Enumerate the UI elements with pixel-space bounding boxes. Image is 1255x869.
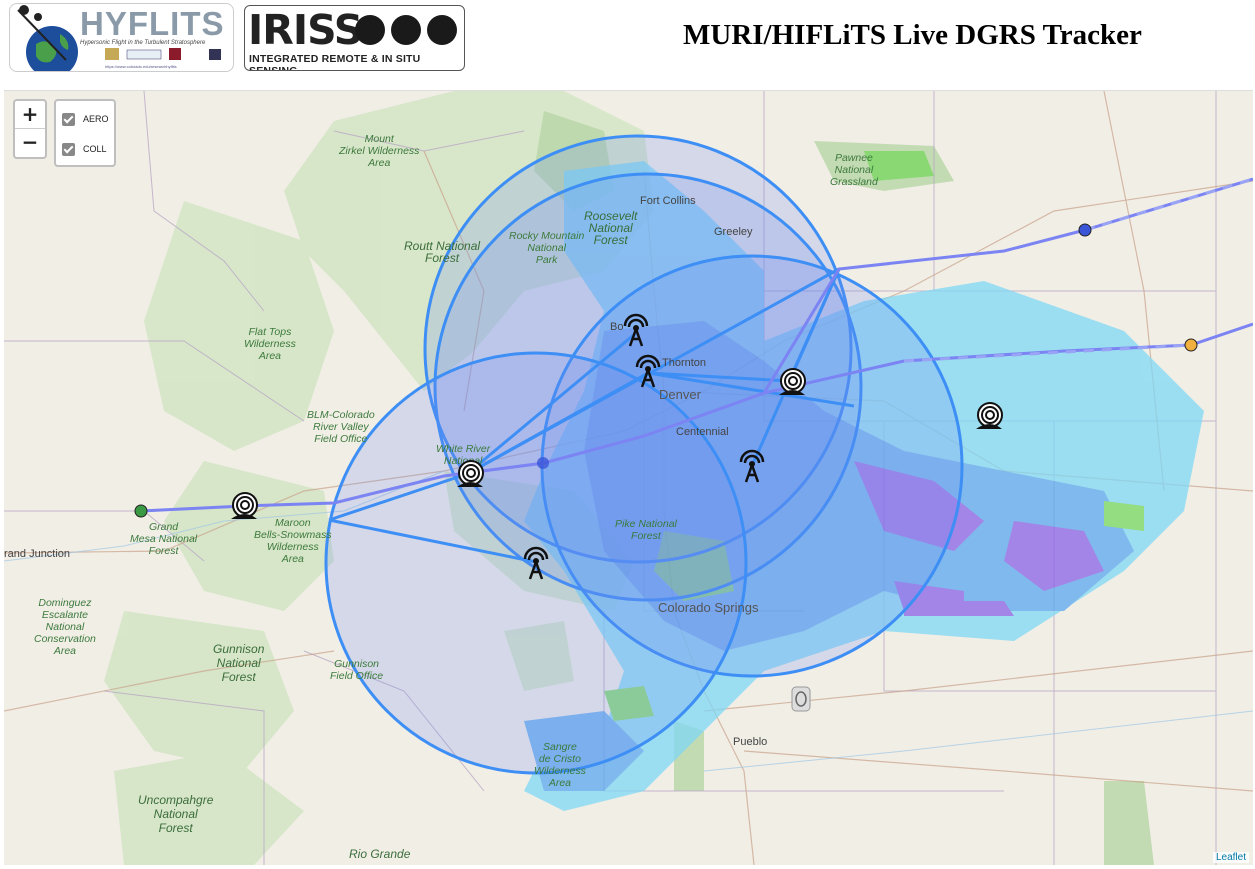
hyflits-tagline: Hypersonic Flight in the Turbulent Strat… [80,40,206,46]
map-label-gunnison-forest: Gunnison National Forest [213,642,265,684]
radar-tower-icon[interactable] [519,546,553,580]
iriss-logo[interactable]: IRISS INTEGRATED REMOTE & IN SITU SENSIN… [244,5,465,71]
satellite-dish-icon[interactable] [227,491,261,523]
map-label-pawnee-grassland: Pawnee National Grassland [830,152,878,188]
map-label-uncompahgre: Uncompahgre National Forest [138,793,214,835]
layer-control: AERO COLL [54,99,116,167]
globe-logo-icon [17,5,78,71]
city-pueblo: Pueblo [733,736,768,748]
location-pin-icon[interactable] [790,685,812,713]
zoom-out-button[interactable]: − [15,129,45,156]
checkbox-checked-icon[interactable] [62,142,75,156]
drone-logo-icon [391,15,421,45]
map-label-rio-grande: Rio Grande [349,847,411,861]
city-colorado-springs: Colorado Springs [658,600,759,615]
map-label-rocky-mountain-np: Rocky Mountain National Park [509,230,585,266]
map-base-layer [4,91,1253,865]
map-label-gunnison-field-office: Gunnison Field Office [330,658,384,682]
city-thornton: Thornton [662,357,707,369]
layer-toggle-coll[interactable]: COLL [62,140,107,158]
map-label-mount-zirkel: Mount Zirkel Wilderness Area [339,133,420,169]
radar-tower-icon[interactable] [735,449,769,483]
radar-tower-icon[interactable] [619,313,653,347]
iriss-subtitle: INTEGRATED REMOTE & IN SITU SENSING [249,53,421,71]
city-greeley: Greeley [714,226,753,238]
map-label-roosevelt-forest: Roosevelt National Forest [584,209,638,247]
satellite-dish-icon[interactable] [972,401,1006,433]
partner-logos-icon [105,48,221,60]
radar-dish-logo-icon [355,15,385,45]
layer-label: AERO [83,114,109,124]
page-title: MURI/HIFLiTS Live DGRS Tracker [683,19,1142,51]
hyflits-wordmark: HYFLITS [80,5,225,42]
map-label-blm-colorado: BLM-Colorado River Valley Field Office [307,409,375,445]
map-label-dominguez: Dominguez Escalante National Conservation Ar… [34,597,96,657]
layer-label: COLL [83,144,107,154]
city-fort-collins: Fort Collins [640,195,696,207]
map-label-routt-forest: Routt National Forest [404,239,481,265]
city-centennial: Centennial [676,426,729,438]
page-header: HYFLITS Hypersonic Flight in the Turbule… [0,0,1255,88]
satellite-logo-icon [427,15,457,45]
hyflits-url: https://www.colorado.edu/researchhyflits [105,64,177,69]
map-label-grand-mesa: Grand Mesa National Forest [130,521,198,557]
map-label-maroon-bells: Maroon Bells-Snowmass Wilderness Area [254,517,332,565]
city-denver: Denver [659,387,701,402]
zoom-in-button[interactable]: + [15,101,45,129]
radar-tower-icon[interactable] [631,354,665,388]
satellite-dish-icon[interactable] [453,459,487,491]
city-grand-junction: rand Junction [4,548,71,560]
layer-toggle-aero[interactable]: AERO [62,110,109,128]
zoom-control: + − [13,99,47,159]
leaflet-attribution-link[interactable]: Leaflet [1212,852,1249,863]
hyflits-logo[interactable]: HYFLITS Hypersonic Flight in the Turbule… [9,3,234,72]
map-label-sangre-de-cristo: Sangre de Cristo Wilderness Area [534,741,586,789]
map-label-flat-tops: Flat Tops Wilderness Area [244,326,296,362]
satellite-dish-icon[interactable] [775,367,809,399]
map-view[interactable]: Mount Zirkel Wilderness Area Routt Nationa… [4,90,1253,865]
map-label-pike-forest: Pike National Forest [615,518,677,542]
iriss-wordmark: IRISS [248,6,363,54]
checkbox-checked-icon[interactable] [62,112,75,126]
